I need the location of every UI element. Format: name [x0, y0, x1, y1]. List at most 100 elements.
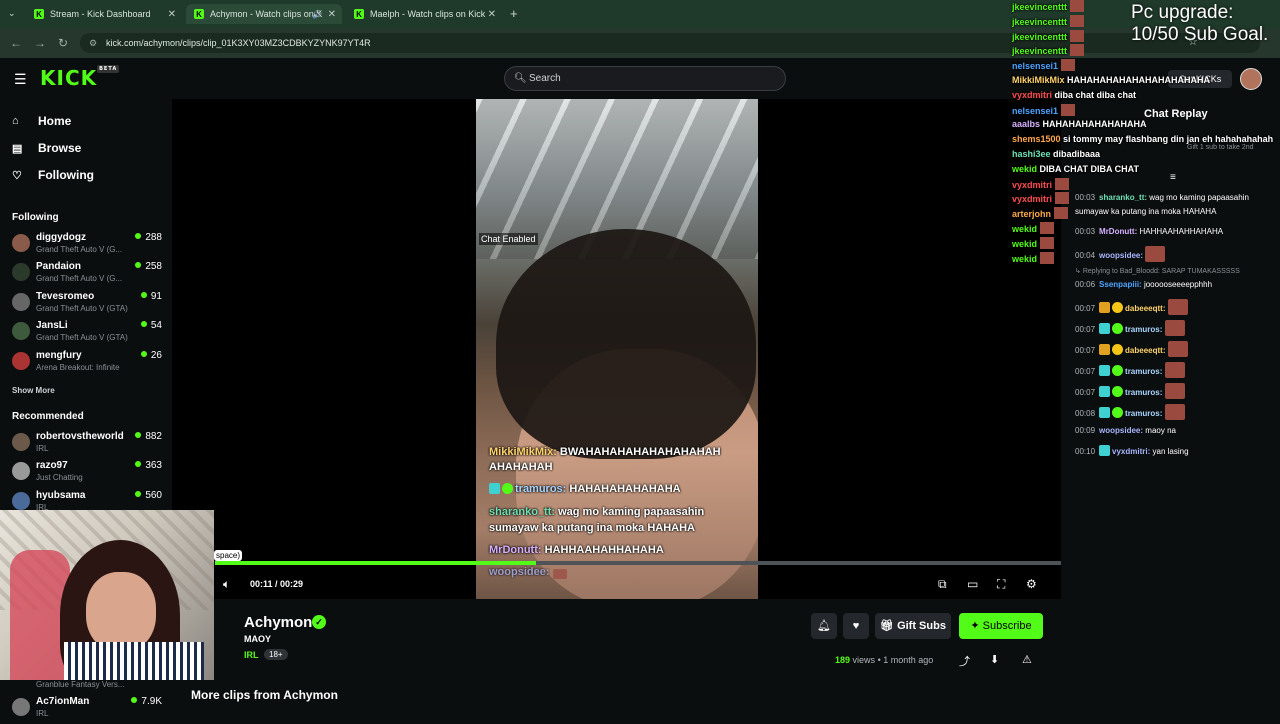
chat-user[interactable]: MrDonutt:	[1099, 227, 1137, 236]
overlay-chat-text: HAHAHAHAHAHAHA	[569, 483, 681, 495]
chat-user[interactable]: tramuros:	[1125, 325, 1162, 334]
chat-reply-context: ↳ Replying to Bad_Bloodd: SARAP TUMAKASS…	[1075, 268, 1240, 275]
sidebar-channel[interactable]: razo97 Just Chatting 363	[12, 460, 162, 488]
chat-user[interactable]: vyxdmitri:	[1112, 447, 1150, 456]
emote-icon	[1167, 299, 1188, 315]
viewer-count: 363	[135, 460, 162, 471]
chat-message: sumayaw ka putang ina moka HAHAHA	[1075, 205, 1275, 219]
age-badge: 18+	[264, 649, 288, 660]
chat-user[interactable]: Ssenpapiii:	[1099, 280, 1142, 289]
show-more-button[interactable]: Show More	[12, 386, 55, 395]
overlay-chat-user: MrDonutt:	[489, 544, 542, 556]
category-link[interactable]: IRL	[244, 650, 259, 660]
chat-user[interactable]: tramuros:	[1125, 388, 1162, 397]
download-icon[interactable]: ⬇	[990, 653, 999, 666]
emote-icon	[1061, 103, 1076, 116]
tab-achymon-clips[interactable]: K Achymon - Watch clips on K 🔊 ✕	[186, 4, 342, 24]
settings-icon[interactable]: ⚙	[1026, 577, 1037, 591]
forward-icon[interactable]: →	[34, 36, 46, 50]
sidebar-channel[interactable]: Pandaion Grand Theft Auto V (G... 258	[12, 261, 162, 289]
channel-name: hyubsama	[36, 490, 86, 501]
sidebar-item-label: Following	[38, 168, 94, 182]
share-icon[interactable]: ⤴	[959, 653, 970, 669]
sidebar-item-home[interactable]: ⌂ Home	[12, 114, 71, 128]
emote-icon	[1070, 29, 1085, 42]
volume-icon[interactable]: 🔈︎	[223, 577, 230, 592]
chat-text: maoy na	[1145, 426, 1176, 435]
sidebar-channel[interactable]: JansLi Grand Theft Auto V (GTA) 54	[12, 320, 162, 348]
chat-text: HAHHAAHAHHAHAHA	[1139, 227, 1224, 236]
overlay-chat-text: dibadibaaa	[1050, 149, 1101, 159]
seek-bar[interactable]	[215, 561, 1061, 565]
chat-time: 00:06	[1075, 280, 1096, 289]
theater-mode-icon[interactable]: ▭	[967, 577, 978, 591]
chat-user[interactable]: tramuros:	[1125, 367, 1162, 376]
subscribe-button[interactable]: ✦ Subscribe	[959, 613, 1043, 639]
sidebar-channel[interactable]: robertovstheworld IRL 882	[12, 431, 162, 459]
user-avatar[interactable]	[1240, 68, 1262, 90]
kick-favicon-icon: K	[354, 9, 364, 19]
overlay-chat-line: aaalbs HAHAHAHAHAHAHAHA	[1012, 118, 1147, 130]
emote-icon	[1040, 222, 1055, 234]
channel-name: Ac7ionMan	[36, 696, 90, 707]
tab-list-icon[interactable]: ⌄	[8, 8, 16, 19]
sidebar-channel[interactable]: mengfury Arena Breakout: Infinite 26	[12, 350, 162, 378]
sidebar-channel[interactable]: diggydogz Grand Theft Auto V (G... 288	[12, 232, 162, 260]
streamer-name[interactable]: Achymon	[244, 614, 312, 631]
close-tab-icon[interactable]: ✕	[488, 9, 496, 20]
fullscreen-icon[interactable]: ⛶	[997, 577, 1005, 592]
menu-icon[interactable]: ☰	[14, 71, 27, 88]
avatar	[12, 698, 30, 716]
chat-user[interactable]: sharanko_tt:	[1099, 193, 1147, 202]
notification-bell-icon[interactable]: 🔔︎	[811, 613, 837, 639]
overlay-chat-line: wekid	[1012, 236, 1055, 250]
overlay-chat-user: shems1500	[1012, 134, 1061, 145]
close-tab-icon[interactable]: ✕	[168, 9, 176, 20]
site-info-icon[interactable]: ⚙	[89, 33, 97, 53]
tab-kick-dashboard[interactable]: K Stream - Kick Dashboard ✕	[26, 4, 182, 24]
overlay-chat-user: wekid	[1012, 238, 1038, 249]
channel-category: Grand Theft Auto V (G...	[36, 245, 123, 254]
views-label: views	[852, 655, 876, 665]
emote-icon	[1061, 59, 1076, 72]
chat-filter-icon[interactable]: ≡	[1170, 172, 1176, 183]
chat-user[interactable]: woopsidee:	[1099, 426, 1143, 435]
follow-heart-icon[interactable]: ♥	[843, 613, 869, 639]
search-input[interactable]: 🔍︎ Search	[504, 66, 786, 91]
sub-badge-icon	[1099, 407, 1111, 418]
overlay-chat-line: woopsidee:	[489, 566, 567, 579]
sidebar-item-following[interactable]: ♡ Following	[12, 168, 94, 182]
sidebar-item-label: Browse	[38, 141, 82, 155]
tab-maelph-clips[interactable]: K Maelph - Watch clips on Kick ✕	[346, 4, 502, 24]
subscribe-label: Subscribe	[982, 620, 1032, 632]
beta-badge: BETA	[97, 65, 120, 73]
viewer-count: 882	[135, 431, 162, 442]
overlay-chat-user: jkeevincenttt	[1012, 31, 1068, 42]
picture-in-picture-icon[interactable]: ⧉	[938, 577, 947, 592]
sidebar-item-browse[interactable]: ▤ Browse	[12, 141, 81, 155]
overlay-chat-line: vyxdmitri	[1012, 192, 1070, 205]
channel-category: Arena Breakout: Infinite	[36, 363, 120, 372]
sidebar-channel[interactable]: Tevesromeo Grand Theft Auto V (GTA) 91	[12, 291, 162, 319]
channel-category: Grand Theft Auto V (GTA)	[36, 304, 128, 313]
reload-icon[interactable]: ↻	[58, 36, 68, 50]
chat-user[interactable]: dabeeeqtt:	[1125, 304, 1165, 313]
url-text: kick.com/achymon/clips/clip_01K3XY03MZ3C…	[106, 38, 371, 48]
chat-user[interactable]: dabeeeqtt:	[1125, 346, 1165, 355]
back-icon[interactable]: ←	[10, 36, 22, 50]
chat-user[interactable]: woopsidee:	[1099, 251, 1143, 260]
kick-favicon-icon: K	[194, 9, 204, 19]
chat-message: 00:07 tramuros:	[1075, 320, 1275, 337]
audio-playing-icon[interactable]: 🔊	[312, 10, 322, 19]
chat-user[interactable]: tramuros:	[1125, 409, 1162, 418]
kick-logo[interactable]: KICK BETA	[40, 65, 120, 90]
overlay-chat-user: MikkiMikMix:	[489, 446, 557, 458]
clip-age: 1 month ago	[883, 655, 934, 665]
emote-icon	[1145, 246, 1166, 262]
close-tab-icon[interactable]: ✕	[328, 9, 336, 20]
report-icon[interactable]: ⚠	[1022, 653, 1032, 666]
chat-message: 00:03 sharanko_tt: wag mo kaming papaasah…	[1075, 191, 1275, 205]
gift-subs-button[interactable]: 🎁︎ Gift Subs	[875, 613, 951, 639]
tab-title: Maelph - Watch clips on Kick	[370, 9, 486, 19]
new-tab-icon[interactable]: +	[510, 6, 518, 21]
